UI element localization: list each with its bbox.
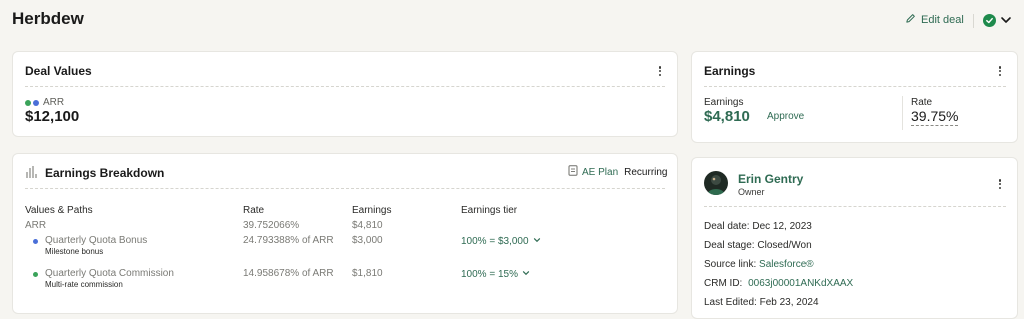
column-header-tier: Earnings tier [461,205,518,216]
divider-vertical [902,96,903,130]
divider [704,206,1006,207]
deal-date-label: Deal date: [704,221,750,232]
crm-id-label: CRM ID: [704,278,743,289]
rate-label: Rate [911,97,933,108]
source-link-row: Source link: Salesforce® [704,259,814,270]
divider [973,14,974,28]
plan-selector[interactable]: AE Plan Recurring [568,165,668,179]
last-edited-row: Last Edited: Feb 23, 2024 [704,297,819,308]
top-bar: Herbdew Edit deal [0,0,1024,44]
row-path: Quarterly Quota Commission [45,268,174,279]
earnings-card: Earnings Earnings $4,810 Approve Rate 39… [691,51,1018,143]
card-title: Earnings Breakdown [45,166,165,180]
row-earnings: $3,000 [352,235,383,246]
column-header-earnings: Earnings [352,205,392,216]
crm-id-row: CRM ID: 0063j00001ANKdXAAX [704,278,853,289]
pencil-icon [905,13,916,27]
document-icon [568,165,578,179]
divider [25,86,665,87]
earnings-tier-dropdown[interactable]: 100% = 15% [461,269,530,280]
kebab-icon[interactable] [655,64,665,78]
deal-stage-label: Deal stage: [704,240,755,251]
deal-date-value: Dec 12, 2023 [752,221,812,232]
last-edited-value: Feb 23, 2024 [759,297,819,308]
series-dot-green [25,99,31,106]
divider [704,86,1006,87]
plan-name[interactable]: AE Plan [582,167,618,178]
chart-bars-icon [25,165,39,184]
series-dot-blue [33,99,39,106]
arr-metric-label: ARR [25,97,64,108]
tier-label: 100% = 15% [461,269,518,280]
deal-stage-row: Deal stage: Closed/Won [704,240,812,251]
divider [25,188,665,189]
arr-value: $12,100 [25,108,80,125]
arr-label: ARR [43,97,65,108]
tier-label: 100% = $3,000 [461,236,529,247]
chevron-down-icon [522,269,530,280]
card-title: Deal Values [25,64,92,78]
source-link[interactable]: Salesforce® [759,259,814,270]
total-rate: 39.752066% [243,220,300,231]
row-earnings: $1,810 [352,268,383,279]
earnings-tier-dropdown[interactable]: 100% = $3,000 [461,236,541,247]
chevron-down-icon [533,236,541,247]
kebab-icon[interactable] [995,177,1005,191]
owner-name[interactable]: Erin Gentry [738,172,803,186]
row-dot [33,272,38,277]
plan-type: Recurring [624,166,668,178]
row-rate: 14.958678% of ARR [243,268,334,279]
crm-id-link[interactable]: 0063j00001ANKdXAAX [748,278,853,289]
check-circle-icon[interactable] [983,14,996,27]
page-title: Herbdew [12,9,84,28]
earnings-breakdown-card: Earnings Breakdown AE Plan Recurring Val… [12,153,678,314]
edit-deal-button[interactable]: Edit deal [905,13,964,27]
total-path: ARR [25,220,47,231]
deal-details-card: Erin Gentry Owner Deal date: Dec 12, 202… [691,157,1018,319]
earnings-label: Earnings [704,97,744,108]
total-earnings: $4,810 [352,220,383,231]
row-rate: 24.793388% of ARR [243,235,334,246]
row-sub: Milestone bonus [45,247,104,256]
chevron-down-icon[interactable] [1000,13,1012,31]
owner-role: Owner [738,187,765,197]
column-header-rate: Rate [243,205,265,216]
approve-button[interactable]: Approve [767,111,804,122]
earnings-value: $4,810 [704,108,750,125]
row-path: Quarterly Quota Bonus [45,235,148,246]
card-title: Earnings [704,64,756,78]
source-link-label: Source link: [704,259,757,270]
avatar [704,171,728,195]
deal-values-card: Deal Values ARR $12,100 [12,51,678,137]
row-dot [33,239,38,244]
last-edited-label: Last Edited: [704,297,757,308]
edit-deal-label: Edit deal [921,14,964,26]
column-header-paths: Values & Paths [25,205,93,216]
deal-stage-value: Closed/Won [757,240,812,251]
row-sub: Multi-rate commission [45,280,123,289]
rate-value: 39.75% [911,108,959,126]
kebab-icon[interactable] [995,64,1005,78]
deal-date-row: Deal date: Dec 12, 2023 [704,221,812,232]
